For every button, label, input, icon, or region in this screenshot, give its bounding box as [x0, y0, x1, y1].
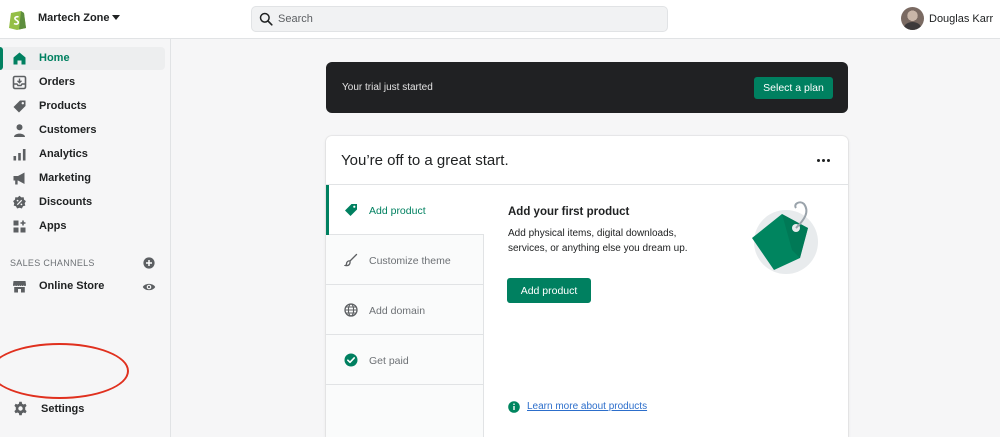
check-circle-icon — [344, 353, 358, 367]
sidebar-item-analytics[interactable]: Analytics — [0, 143, 165, 166]
sidebar-item-label: Orders — [39, 76, 76, 88]
sidebar-item-label: Marketing — [39, 172, 91, 184]
orders-icon — [12, 75, 27, 90]
store-dropdown-caret-icon[interactable] — [112, 15, 120, 20]
task-label: Customize theme — [369, 255, 451, 267]
avatar[interactable] — [901, 7, 924, 30]
sidebar-item-home[interactable]: Home — [0, 47, 165, 70]
sidebar-item-orders[interactable]: Orders — [0, 71, 165, 94]
shopify-logo-icon[interactable] — [8, 8, 27, 30]
task-add-product[interactable]: Add product — [326, 185, 484, 235]
card-title: You’re off to a great start. — [341, 152, 509, 169]
task-label: Add product — [369, 205, 426, 217]
home-icon — [13, 52, 26, 65]
sidebar-item-label: Apps — [39, 220, 67, 232]
task-detail-title: Add your first product — [508, 206, 630, 218]
add-product-button[interactable]: Add product — [507, 278, 591, 303]
sidebar-item-label: Analytics — [39, 148, 88, 160]
sales-channels-heading: SALES CHANNELS — [10, 258, 95, 268]
top-bar: Martech Zone Douglas Karr — [0, 0, 1000, 39]
task-add-domain[interactable]: Add domain — [326, 285, 484, 335]
person-icon — [14, 124, 25, 137]
setup-task-list: Add product Customize theme Add domain G… — [326, 185, 484, 437]
sidebar: Home Orders Products Customers Analytics — [0, 39, 171, 437]
trial-banner: Your trial just started Select a plan — [326, 62, 848, 113]
globe-icon — [344, 303, 358, 317]
task-label: Get paid — [369, 355, 409, 367]
sidebar-item-label: Customers — [39, 124, 97, 136]
sidebar-item-label: Discounts — [39, 196, 93, 208]
task-label: Add domain — [369, 305, 426, 317]
search-input[interactable] — [278, 7, 658, 31]
trial-message: Your trial just started — [342, 82, 433, 93]
brush-icon — [344, 253, 358, 267]
tag-icon — [13, 100, 26, 113]
search-bar[interactable] — [251, 6, 668, 32]
select-plan-button[interactable]: Select a plan — [754, 77, 833, 99]
sidebar-item-label: Online Store — [39, 280, 105, 292]
sidebar-item-discounts[interactable]: Discounts — [0, 191, 165, 214]
eye-icon[interactable] — [142, 280, 156, 294]
megaphone-icon — [13, 172, 25, 185]
store-name[interactable]: Martech Zone — [38, 12, 110, 24]
task-customize-theme[interactable]: Customize theme — [326, 235, 484, 285]
apps-icon — [13, 220, 26, 233]
task-get-paid[interactable]: Get paid — [326, 335, 484, 385]
task-detail-description: Add physical items, digital downloads, s… — [508, 228, 688, 254]
store-icon — [13, 281, 26, 293]
product-tag-illustration-icon — [752, 201, 818, 274]
sidebar-item-label: Home — [39, 52, 70, 64]
more-actions-button[interactable] — [816, 155, 832, 165]
sidebar-item-products[interactable]: Products — [0, 95, 165, 118]
sidebar-item-customers[interactable]: Customers — [0, 119, 165, 142]
discount-icon — [13, 195, 26, 209]
info-icon — [508, 401, 520, 413]
user-name[interactable]: Douglas Karr — [929, 13, 993, 25]
sidebar-item-apps[interactable]: Apps — [0, 215, 165, 238]
sidebar-item-settings[interactable]: Settings — [0, 397, 165, 421]
search-icon — [259, 12, 273, 26]
add-sales-channel-icon[interactable] — [143, 257, 155, 269]
tag-icon — [345, 204, 357, 216]
gear-icon — [14, 401, 27, 416]
bar-chart-icon — [13, 149, 26, 161]
sidebar-item-online-store[interactable]: Online Store — [0, 275, 165, 298]
setup-guide-card: You’re off to a great start. Add product… — [326, 136, 848, 437]
sidebar-item-label: Settings — [41, 403, 85, 415]
sidebar-item-marketing[interactable]: Marketing — [0, 167, 165, 190]
sidebar-item-label: Products — [39, 100, 87, 112]
learn-more-link[interactable]: Learn more about products — [527, 401, 647, 412]
